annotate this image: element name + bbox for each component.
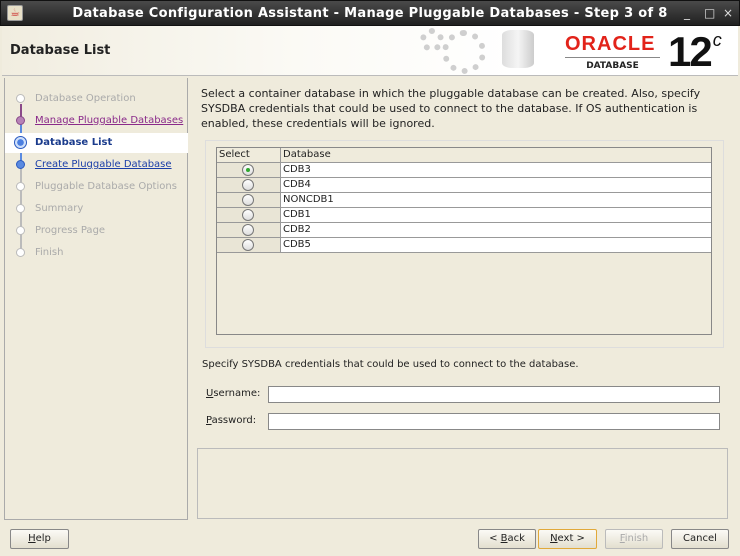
table-row[interactable]: CDB4 xyxy=(217,178,711,193)
next-button[interactable]: Next > xyxy=(538,529,597,549)
close-button[interactable]: × xyxy=(723,6,733,20)
step-finish: Finish xyxy=(5,243,188,263)
step-pluggable-database-options: Pluggable Database Options xyxy=(5,177,188,197)
table-row[interactable]: CDB3 xyxy=(217,163,711,178)
step-create-pluggable-database[interactable]: Create Pluggable Database xyxy=(5,155,188,175)
instructions-text: Select a container database in which the… xyxy=(201,87,701,130)
step-dot-icon xyxy=(16,226,25,235)
password-label: Password: xyxy=(206,415,256,426)
maximize-button[interactable]: □ xyxy=(704,6,715,20)
database-cylinder-icon xyxy=(502,30,534,68)
button-label: ext > xyxy=(557,533,585,544)
step-label: Progress Page xyxy=(35,225,106,236)
radio-button[interactable] xyxy=(242,179,254,191)
step-dot-icon xyxy=(16,94,25,103)
column-header-select[interactable]: Select xyxy=(217,148,281,162)
table-row[interactable]: CDB2 xyxy=(217,223,711,238)
database-table: Select Database CDB3 CDB4 NONCDB1 CDB1 C… xyxy=(216,147,712,335)
gear-icon xyxy=(420,28,444,52)
gear-icon xyxy=(442,30,486,74)
step-label: Manage Pluggable Databases xyxy=(35,115,184,126)
button-label: inish xyxy=(624,533,649,544)
database-name[interactable]: CDB2 xyxy=(281,223,711,237)
title-bar: ☕ Database Configuration Assistant - Man… xyxy=(0,0,740,26)
step-manage-pluggable-databases[interactable]: Manage Pluggable Databases xyxy=(5,111,188,131)
step-label: Create Pluggable Database xyxy=(35,159,172,170)
label-text: assword: xyxy=(211,415,257,426)
version-logo: 12 c xyxy=(668,28,722,76)
button-label: elp xyxy=(35,533,51,544)
oracle-logo: ORACLE xyxy=(565,33,656,55)
username-input[interactable] xyxy=(268,386,720,403)
back-button[interactable]: < Back xyxy=(478,529,536,549)
password-input[interactable] xyxy=(268,413,720,430)
database-name[interactable]: CDB4 xyxy=(281,178,711,192)
version-number: 12 xyxy=(668,28,713,75)
steps-panel: Database Operation Manage Pluggable Data… xyxy=(4,78,188,520)
mnemonic: N xyxy=(550,533,558,544)
step-label: Database List xyxy=(35,137,113,148)
help-button[interactable]: Help xyxy=(10,529,69,549)
step-current-icon xyxy=(14,136,27,149)
step-dot-icon xyxy=(16,116,25,125)
step-label: Pluggable Database Options xyxy=(35,181,177,192)
message-area xyxy=(197,448,728,519)
button-label: < xyxy=(489,533,501,544)
step-dot-icon xyxy=(16,248,25,257)
step-dot-icon xyxy=(16,204,25,213)
step-database-list: Database List xyxy=(5,133,188,153)
table-row[interactable]: CDB1 xyxy=(217,208,711,223)
table-header: Select Database xyxy=(217,148,711,163)
mnemonic: H xyxy=(28,533,36,544)
database-name[interactable]: CDB1 xyxy=(281,208,711,222)
page-title: Database List xyxy=(10,43,111,58)
version-suffix: c xyxy=(712,30,722,50)
database-name[interactable]: CDB5 xyxy=(281,238,711,252)
button-label: ack xyxy=(507,533,525,544)
step-label: Summary xyxy=(35,203,84,214)
database-name[interactable]: CDB3 xyxy=(281,163,711,177)
step-label: Finish xyxy=(35,247,64,258)
cancel-button[interactable]: Cancel xyxy=(671,529,729,549)
label-text: sername: xyxy=(213,388,261,399)
credentials-label: Specify SYSDBA credentials that could be… xyxy=(202,359,579,370)
mnemonic: B xyxy=(500,533,508,544)
radio-button[interactable] xyxy=(242,209,254,221)
username-label: Username: xyxy=(206,388,260,399)
table-row[interactable]: CDB5 xyxy=(217,238,711,253)
radio-button[interactable] xyxy=(242,224,254,236)
step-label: Database Operation xyxy=(35,93,136,104)
table-row[interactable]: NONCDB1 xyxy=(217,193,711,208)
database-name[interactable]: NONCDB1 xyxy=(281,193,711,207)
oracle-database-label: DATABASE xyxy=(565,57,660,71)
step-progress-page: Progress Page xyxy=(5,221,188,241)
finish-button: Finish xyxy=(605,529,663,549)
radio-button[interactable] xyxy=(242,194,254,206)
column-header-database[interactable]: Database xyxy=(281,148,711,162)
radio-button[interactable] xyxy=(242,164,254,176)
step-dot-icon xyxy=(16,160,25,169)
radio-button[interactable] xyxy=(242,239,254,251)
minimize-button[interactable]: _ xyxy=(684,6,690,20)
step-dot-icon xyxy=(16,182,25,191)
step-summary: Summary xyxy=(5,199,188,219)
step-database-operation: Database Operation xyxy=(5,89,188,109)
window-title: Database Configuration Assistant - Manag… xyxy=(72,6,668,21)
